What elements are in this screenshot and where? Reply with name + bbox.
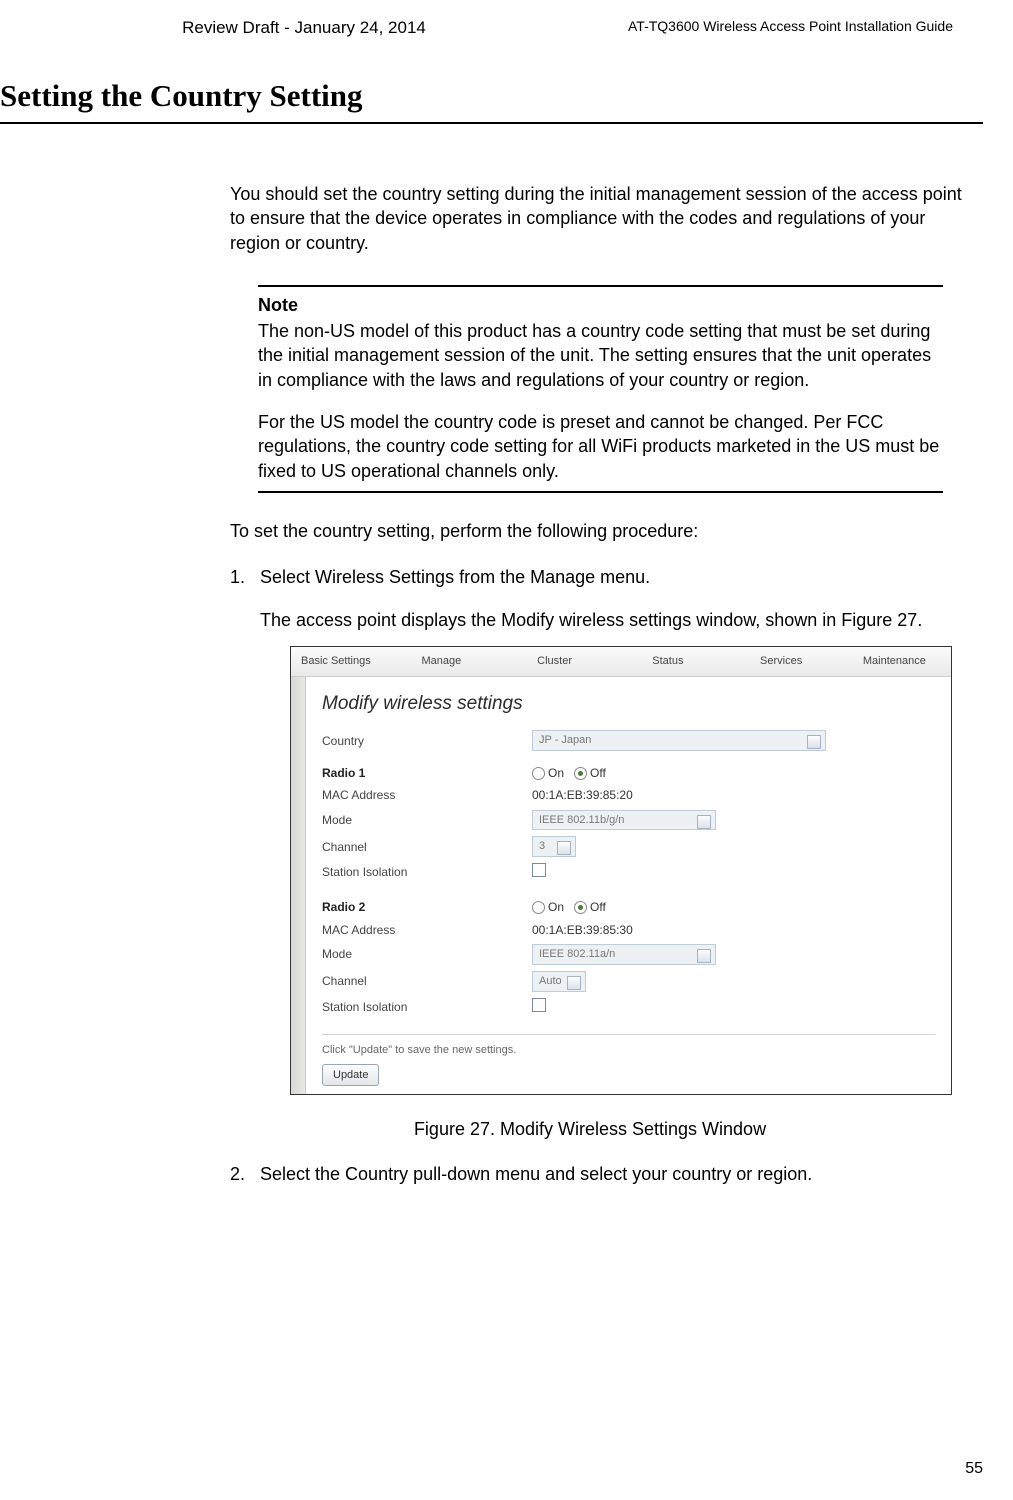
radio1-off-label: Off xyxy=(590,766,606,780)
radio1-mac-value: 00:1A:EB:39:85:20 xyxy=(532,787,633,803)
radio2-off-radio[interactable] xyxy=(574,901,587,914)
radio1-mac-label: MAC Address xyxy=(322,787,532,803)
procedure-intro: To set the country setting, perform the … xyxy=(230,519,971,543)
page-number: 55 xyxy=(965,1460,983,1478)
radio1-on-label: On xyxy=(548,766,564,780)
radio1-heading: Radio 1 xyxy=(322,765,532,781)
figure-caption: Figure 27. Modify Wireless Settings Wind… xyxy=(260,1117,920,1141)
section-title: Setting the Country Setting xyxy=(0,78,983,124)
update-button[interactable]: Update xyxy=(322,1064,379,1087)
tab-manage[interactable]: Manage xyxy=(385,647,498,676)
step-1-subtext: The access point displays the Modify wir… xyxy=(260,608,971,632)
radio2-off-label: Off xyxy=(590,900,606,914)
step-2-text: Select the Country pull-down menu and se… xyxy=(260,1162,971,1186)
step-2-number: 2. xyxy=(230,1162,260,1186)
radio2-isolation-checkbox[interactable] xyxy=(532,998,546,1012)
guide-name-header: AT-TQ3600 Wireless Access Point Installa… xyxy=(628,18,953,34)
radio1-channel-label: Channel xyxy=(322,839,532,855)
radio2-mode-label: Mode xyxy=(322,946,532,962)
radio1-on-radio[interactable] xyxy=(532,767,545,780)
figure-title: Modify wireless settings xyxy=(322,691,935,717)
step-1-number: 1. xyxy=(230,565,260,589)
step-1-text: Select Wireless Settings from the Manage… xyxy=(260,565,971,589)
tab-status[interactable]: Status xyxy=(611,647,724,676)
step-1: 1. Select Wireless Settings from the Man… xyxy=(230,565,971,589)
tab-services[interactable]: Services xyxy=(725,647,838,676)
country-label: Country xyxy=(322,733,532,749)
radio1-mode-label: Mode xyxy=(322,812,532,828)
radio2-mode-select[interactable]: IEEE 802.11a/n xyxy=(532,944,716,965)
note-title: Note xyxy=(258,293,943,317)
radio1-channel-select[interactable]: 3 xyxy=(532,836,576,857)
step-2: 2. Select the Country pull-down menu and… xyxy=(230,1162,971,1186)
note-paragraph-2: For the US model the country code is pre… xyxy=(258,410,943,483)
radio2-mac-value: 00:1A:EB:39:85:30 xyxy=(532,922,633,938)
tab-maintenance[interactable]: Maintenance xyxy=(838,647,951,676)
save-hint: Click "Update" to save the new settings. xyxy=(322,1034,935,1058)
radio1-mode-select[interactable]: IEEE 802.11b/g/n xyxy=(532,810,716,831)
figure-screenshot: Basic Settings Manage Cluster Status Ser… xyxy=(290,646,952,1096)
radio2-channel-label: Channel xyxy=(322,973,532,989)
tab-basic-settings[interactable]: Basic Settings xyxy=(291,647,385,676)
note-paragraph-1: The non-US model of this product has a c… xyxy=(258,319,943,392)
radio1-isolation-label: Station Isolation xyxy=(322,864,532,880)
intro-paragraph: You should set the country setting durin… xyxy=(230,182,971,255)
radio2-isolation-label: Station Isolation xyxy=(322,999,532,1015)
radio2-heading: Radio 2 xyxy=(322,899,532,915)
figure-tabs: Basic Settings Manage Cluster Status Ser… xyxy=(291,647,951,677)
radio2-on-radio[interactable] xyxy=(532,901,545,914)
radio1-isolation-checkbox[interactable] xyxy=(532,863,546,877)
radio1-off-radio[interactable] xyxy=(574,767,587,780)
figure-sidebar xyxy=(291,677,306,1095)
country-select[interactable]: JP - Japan xyxy=(532,730,826,751)
radio2-channel-select[interactable]: Auto xyxy=(532,971,586,992)
note-box: Note The non-US model of this product ha… xyxy=(258,285,943,493)
radio2-on-label: On xyxy=(548,900,564,914)
review-draft-header: Review Draft - January 24, 2014 xyxy=(0,18,608,38)
radio2-mac-label: MAC Address xyxy=(322,922,532,938)
tab-cluster[interactable]: Cluster xyxy=(498,647,611,676)
